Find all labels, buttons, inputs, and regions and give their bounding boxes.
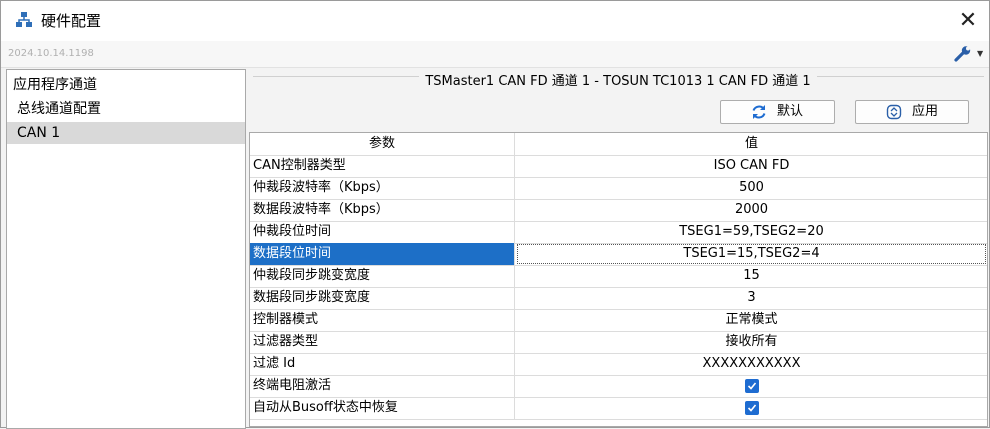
value-cell[interactable]: 500 (516, 177, 987, 199)
hardware-config-window: 硬件配置 ✕ 2024.10.14.1198 ▼ 应用程序通道 总线通道配置 C… (0, 0, 990, 429)
table-row-selected[interactable]: 数据段位时间 TSEG1=15,TSEG2=4 (250, 243, 987, 266)
busoff-recovery-checkbox[interactable] (744, 401, 759, 415)
value-cell[interactable]: 正常模式 (516, 309, 987, 331)
value-cell[interactable]: 15 (516, 265, 987, 287)
param-cell: 仲裁段位时间 (250, 221, 515, 243)
termination-resistor-checkbox[interactable] (744, 379, 759, 393)
chevron-down-icon: ▼ (977, 49, 984, 58)
table-row[interactable]: 仲裁段位时间 TSEG1=59,TSEG2=20 (250, 221, 987, 244)
param-cell: 数据段波特率（Kbps） (250, 199, 515, 221)
value-cell[interactable]: TSEG1=15,TSEG2=4 (516, 243, 987, 265)
close-icon[interactable]: ✕ (953, 7, 983, 35)
param-cell: 数据段同步跳变宽度 (250, 287, 515, 309)
default-button-label: 默认 (777, 104, 804, 119)
table-row[interactable]: 数据段波特率（Kbps） 2000 (250, 199, 987, 222)
tree-item-bus-channel-config[interactable]: 总线通道配置 (7, 98, 245, 120)
param-cell: CAN控制器类型 (250, 155, 515, 177)
param-cell: 仲裁段波特率（Kbps） (250, 177, 515, 199)
grid-header: 参数 值 (250, 133, 987, 156)
tree-item-app-channels[interactable]: 应用程序通道 (7, 74, 245, 96)
param-cell: 自动从Busoff状态中恢复 (250, 397, 515, 419)
value-cell[interactable]: 2000 (516, 199, 987, 221)
table-row[interactable]: 终端电阻激活 (250, 375, 987, 398)
apply-button-label: 应用 (912, 104, 939, 119)
param-cell: 过滤 Id (250, 353, 515, 375)
column-header-param[interactable]: 参数 (250, 133, 515, 155)
version-label: 2024.10.14.1198 (8, 48, 94, 59)
tree-item-label: 应用程序通道 (13, 77, 97, 93)
table-row[interactable]: 过滤器类型 接收所有 (250, 331, 987, 354)
value-cell (516, 397, 987, 419)
param-cell: 数据段位时间 (250, 243, 515, 265)
value-cell[interactable]: 3 (516, 287, 987, 309)
table-row[interactable]: 数据段同步跳变宽度 3 (250, 287, 987, 310)
checkmark-icon (747, 404, 756, 412)
refresh-icon (752, 105, 766, 119)
tree-item-label: 总线通道配置 (17, 101, 101, 117)
table-row[interactable]: 仲裁段同步跳变宽度 15 (250, 265, 987, 288)
param-cell: 终端电阻激活 (250, 375, 515, 397)
apply-button[interactable]: 应用 (855, 100, 969, 124)
channel-title-text: TSMaster1 CAN FD 通道 1 - TOSUN TC1013 1 C… (419, 74, 817, 89)
column-header-value[interactable]: 值 (516, 133, 987, 155)
value-cell[interactable]: ISO CAN FD (516, 155, 987, 177)
channel-title: TSMaster1 CAN FD 通道 1 - TOSUN TC1013 1 C… (248, 73, 988, 91)
tree-item-label: CAN 1 (17, 125, 61, 141)
channel-tree: 应用程序通道 总线通道配置 CAN 1 (6, 69, 246, 429)
checkmark-icon (747, 382, 756, 390)
param-cell: 控制器模式 (250, 309, 515, 331)
table-row[interactable]: 自动从Busoff状态中恢复 (250, 397, 987, 420)
param-cell: 过滤器类型 (250, 331, 515, 353)
table-row[interactable]: 控制器模式 正常模式 (250, 309, 987, 332)
param-cell: 仲裁段同步跳变宽度 (250, 265, 515, 287)
title-bar: 硬件配置 ✕ (1, 1, 989, 41)
value-cell[interactable]: XXXXXXXXXXX (516, 353, 987, 375)
parameter-grid: 参数 值 CAN控制器类型 ISO CAN FD 仲裁段波特率（Kbps） 50… (249, 132, 988, 427)
apply-icon (886, 104, 902, 120)
value-cell (516, 375, 987, 397)
channel-config-panel: TSMaster1 CAN FD 通道 1 - TOSUN TC1013 1 C… (248, 69, 988, 427)
network-hardware-icon (16, 12, 32, 27)
toolbar: 2024.10.14.1198 ▼ (1, 41, 989, 68)
table-row[interactable]: 过滤 Id XXXXXXXXXXX (250, 353, 987, 376)
wrench-icon (954, 46, 971, 62)
value-cell[interactable]: 接收所有 (516, 331, 987, 353)
table-row[interactable]: 仲裁段波特率（Kbps） 500 (250, 177, 987, 200)
default-button[interactable]: 默认 (720, 100, 835, 124)
tree-item-can1[interactable]: CAN 1 (7, 122, 245, 144)
tools-menu-button[interactable]: ▼ (951, 44, 985, 64)
value-cell[interactable]: TSEG1=59,TSEG2=20 (516, 221, 987, 243)
table-row[interactable]: CAN控制器类型 ISO CAN FD (250, 155, 987, 178)
window-title: 硬件配置 (41, 12, 102, 30)
